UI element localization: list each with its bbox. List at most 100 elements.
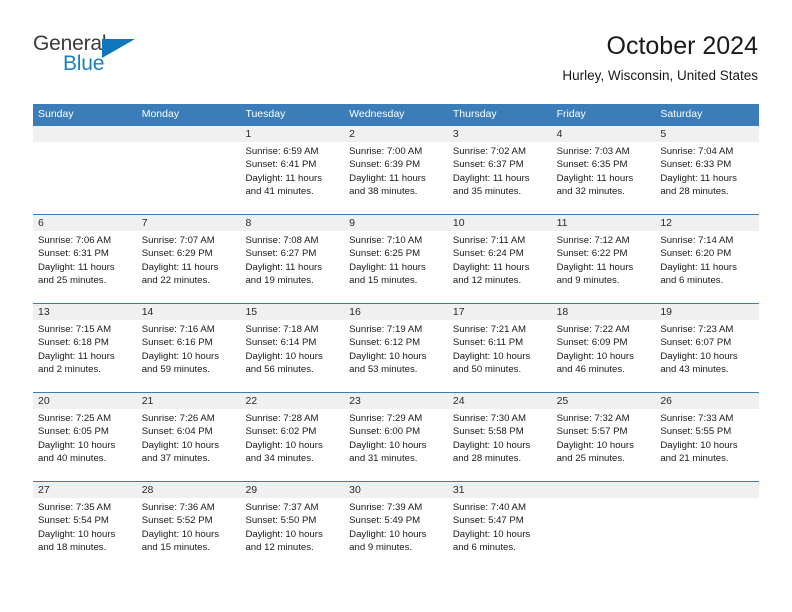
day-info: Sunrise: 7:06 AM Sunset: 6:31 PM Dayligh…	[33, 231, 137, 287]
weekday-header-row: Sunday Monday Tuesday Wednesday Thursday…	[33, 104, 759, 125]
sunset-line: Sunset: 6:33 PM	[660, 159, 732, 171]
daylight-line-2: and 28 minutes.	[660, 185, 729, 197]
day-number	[655, 482, 760, 498]
day-cell[interactable]: 1 Sunrise: 6:59 AM Sunset: 6:41 PM Dayli…	[240, 126, 345, 214]
day-cell[interactable]: 4 Sunrise: 7:03 AM Sunset: 6:35 PM Dayli…	[551, 126, 656, 214]
day-cell[interactable]	[136, 126, 241, 214]
daylight-line-2: and 28 minutes.	[452, 452, 522, 464]
day-cell[interactable]: 9 Sunrise: 7:10 AM Sunset: 6:25 PM Dayli…	[344, 215, 448, 303]
sunset-line: Sunset: 6:37 PM	[452, 159, 524, 171]
daylight-line-2: and 43 minutes.	[660, 363, 729, 375]
daylight-line-1: Daylight: 11 hours	[556, 261, 634, 273]
sunrise-line: Sunrise: 7:28 AM	[245, 413, 319, 424]
day-cell[interactable]: 3 Sunrise: 7:02 AM Sunset: 6:37 PM Dayli…	[447, 126, 552, 214]
day-cell[interactable]: 7 Sunrise: 7:07 AM Sunset: 6:29 PM Dayli…	[136, 215, 241, 303]
daylight-line-1: Daylight: 10 hours	[245, 439, 323, 451]
daylight-line-2: and 46 minutes.	[556, 363, 625, 375]
day-cell[interactable]: 8 Sunrise: 7:08 AM Sunset: 6:27 PM Dayli…	[240, 215, 345, 303]
day-cell[interactable]: 6 Sunrise: 7:06 AM Sunset: 6:31 PM Dayli…	[33, 215, 137, 303]
day-number: 27	[33, 482, 137, 498]
day-cell[interactable]: 10 Sunrise: 7:11 AM Sunset: 6:24 PM Dayl…	[447, 215, 552, 303]
sunrise-line: Sunrise: 7:16 AM	[141, 324, 215, 335]
day-cell[interactable]: 16 Sunrise: 7:19 AM Sunset: 6:12 PM Dayl…	[344, 304, 448, 392]
day-cell[interactable]: 18 Sunrise: 7:22 AM Sunset: 6:09 PM Dayl…	[551, 304, 656, 392]
day-cell[interactable]	[551, 482, 656, 570]
day-info: Sunrise: 7:08 AM Sunset: 6:27 PM Dayligh…	[240, 231, 344, 287]
day-cell[interactable]: 23 Sunrise: 7:29 AM Sunset: 6:00 PM Dayl…	[344, 393, 448, 481]
sunset-line: Sunset: 6:05 PM	[38, 426, 109, 438]
day-info	[655, 498, 759, 501]
sunset-line: Sunset: 6:24 PM	[452, 248, 524, 260]
day-info: Sunrise: 7:25 AM Sunset: 6:05 PM Dayligh…	[33, 409, 137, 465]
day-info: Sunrise: 7:04 AM Sunset: 6:33 PM Dayligh…	[655, 142, 759, 198]
sunrise-line: Sunrise: 7:06 AM	[38, 235, 112, 246]
day-cell[interactable]: 15 Sunrise: 7:18 AM Sunset: 6:14 PM Dayl…	[240, 304, 345, 392]
day-cell[interactable]: 29 Sunrise: 7:37 AM Sunset: 5:50 PM Dayl…	[240, 482, 345, 570]
sunset-line: Sunset: 6:31 PM	[38, 248, 109, 260]
day-cell[interactable]: 30 Sunrise: 7:39 AM Sunset: 5:49 PM Dayl…	[344, 482, 448, 570]
day-number: 30	[344, 482, 448, 498]
weekday-wednesday: Wednesday	[349, 108, 405, 120]
day-number: 3	[447, 126, 552, 142]
day-cell[interactable]: 14 Sunrise: 7:16 AM Sunset: 6:16 PM Dayl…	[136, 304, 241, 392]
day-cell[interactable]: 2 Sunrise: 7:00 AM Sunset: 6:39 PM Dayli…	[344, 126, 448, 214]
day-info: Sunrise: 7:35 AM Sunset: 5:54 PM Dayligh…	[33, 498, 137, 554]
daylight-line-1: Daylight: 11 hours	[141, 261, 219, 273]
day-info: Sunrise: 7:14 AM Sunset: 6:20 PM Dayligh…	[655, 231, 759, 287]
day-cell[interactable]	[33, 126, 137, 214]
day-number: 16	[344, 304, 448, 320]
daylight-line-2: and 6 minutes.	[452, 541, 516, 553]
daylight-line-1: Daylight: 11 hours	[38, 350, 115, 362]
day-info: Sunrise: 7:37 AM Sunset: 5:50 PM Dayligh…	[240, 498, 344, 554]
day-cell[interactable]: 25 Sunrise: 7:32 AM Sunset: 5:57 PM Dayl…	[551, 393, 656, 481]
day-number: 29	[240, 482, 345, 498]
day-cell[interactable]: 19 Sunrise: 7:23 AM Sunset: 6:07 PM Dayl…	[655, 304, 760, 392]
daylight-line-2: and 15 minutes.	[349, 274, 418, 286]
daylight-line-1: Daylight: 11 hours	[349, 172, 426, 184]
day-cell[interactable]: 31 Sunrise: 7:40 AM Sunset: 5:47 PM Dayl…	[447, 482, 552, 570]
day-info: Sunrise: 7:02 AM Sunset: 6:37 PM Dayligh…	[448, 142, 552, 198]
day-cell[interactable]: 26 Sunrise: 7:33 AM Sunset: 5:55 PM Dayl…	[655, 393, 760, 481]
daylight-line-1: Daylight: 11 hours	[38, 261, 115, 273]
daylight-line-2: and 56 minutes.	[245, 363, 314, 375]
brand-name-blue: Blue	[63, 52, 105, 75]
week-row: 13 Sunrise: 7:15 AM Sunset: 6:18 PM Dayl…	[33, 303, 760, 392]
day-cell[interactable]: 27 Sunrise: 7:35 AM Sunset: 5:54 PM Dayl…	[33, 482, 137, 570]
sunrise-line: Sunrise: 7:33 AM	[660, 413, 734, 424]
daylight-line-1: Daylight: 10 hours	[452, 528, 531, 540]
day-number: 23	[344, 393, 448, 409]
sunrise-line: Sunrise: 7:11 AM	[452, 235, 526, 246]
sunset-line: Sunset: 6:07 PM	[660, 337, 732, 349]
day-cell[interactable]: 5 Sunrise: 7:04 AM Sunset: 6:33 PM Dayli…	[655, 126, 760, 214]
daylight-line-1: Daylight: 10 hours	[556, 350, 634, 362]
day-cell[interactable]: 20 Sunrise: 7:25 AM Sunset: 6:05 PM Dayl…	[33, 393, 137, 481]
day-number: 2	[344, 126, 448, 142]
week-row: 6 Sunrise: 7:06 AM Sunset: 6:31 PM Dayli…	[33, 214, 760, 303]
sunrise-line: Sunrise: 7:07 AM	[141, 235, 215, 246]
day-cell[interactable]: 13 Sunrise: 7:15 AM Sunset: 6:18 PM Dayl…	[33, 304, 137, 392]
day-cell[interactable]: 12 Sunrise: 7:14 AM Sunset: 6:20 PM Dayl…	[655, 215, 760, 303]
sunset-line: Sunset: 6:20 PM	[660, 248, 732, 260]
week-row: 1 Sunrise: 6:59 AM Sunset: 6:41 PM Dayli…	[33, 125, 760, 214]
weekday-monday: Monday	[141, 108, 180, 120]
day-number: 13	[33, 304, 137, 320]
page-title: October 2024	[606, 32, 759, 60]
location-subtitle: Hurley, Wisconsin, United States	[562, 67, 758, 83]
day-cell[interactable]	[655, 482, 760, 570]
day-cell[interactable]: 17 Sunrise: 7:21 AM Sunset: 6:11 PM Dayl…	[447, 304, 552, 392]
weekday-thursday: Thursday	[452, 108, 497, 120]
day-cell[interactable]: 21 Sunrise: 7:26 AM Sunset: 6:04 PM Dayl…	[136, 393, 241, 481]
day-number: 28	[136, 482, 241, 498]
day-cell[interactable]: 11 Sunrise: 7:12 AM Sunset: 6:22 PM Dayl…	[551, 215, 656, 303]
day-cell[interactable]: 28 Sunrise: 7:36 AM Sunset: 5:52 PM Dayl…	[136, 482, 241, 570]
day-number: 7	[136, 215, 241, 231]
sunrise-line: Sunrise: 7:19 AM	[349, 324, 423, 335]
day-info	[552, 498, 656, 501]
day-number: 22	[240, 393, 345, 409]
day-cell[interactable]: 24 Sunrise: 7:30 AM Sunset: 5:58 PM Dayl…	[447, 393, 552, 481]
sunrise-line: Sunrise: 7:08 AM	[245, 235, 319, 246]
brand-name-general: General	[33, 32, 107, 55]
day-info: Sunrise: 7:29 AM Sunset: 6:00 PM Dayligh…	[344, 409, 448, 465]
sunrise-line: Sunrise: 7:29 AM	[349, 413, 423, 424]
day-cell[interactable]: 22 Sunrise: 7:28 AM Sunset: 6:02 PM Dayl…	[240, 393, 345, 481]
